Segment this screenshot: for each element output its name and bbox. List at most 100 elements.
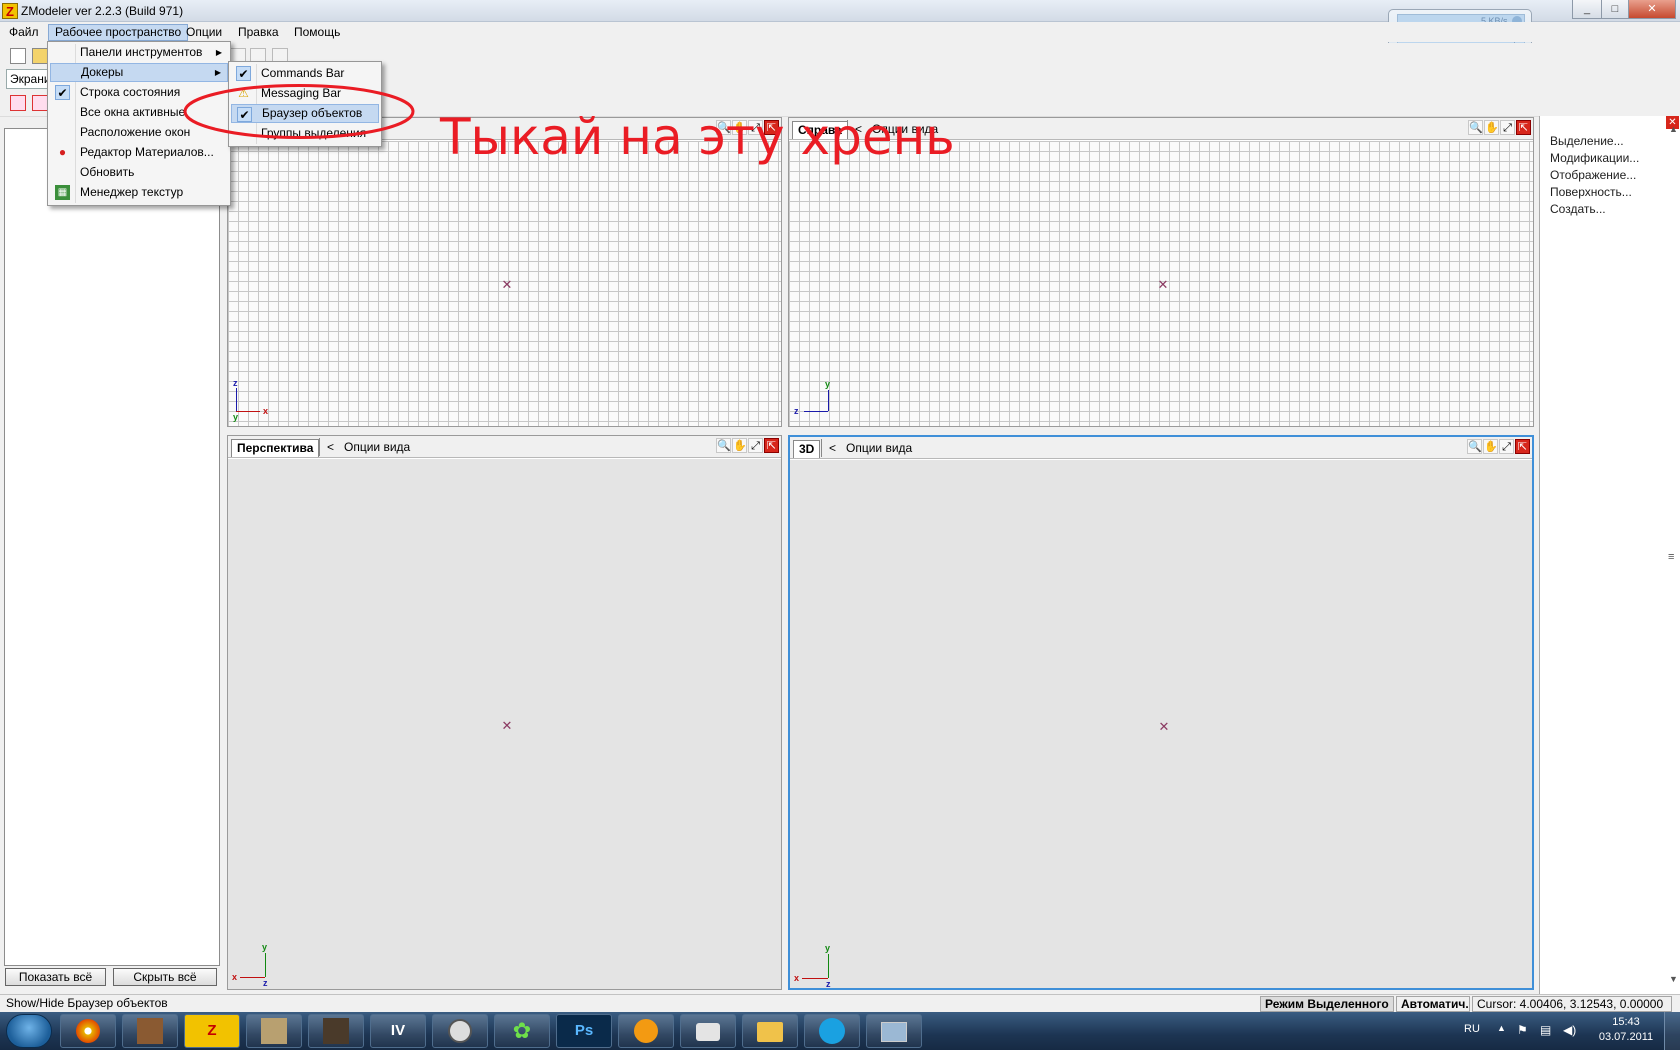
axis-label-x: x (263, 406, 269, 416)
taskbar-gta-iv-character-icon[interactable] (308, 1014, 364, 1048)
view-options-menu[interactable]: < Опции вида (327, 439, 410, 455)
axis-label-z: z (826, 979, 831, 989)
taskbar-game-character-icon[interactable] (246, 1014, 302, 1048)
cursor-coordinates: Cursor: 4.00406, 3.12543, 0.00000 (1472, 996, 1672, 1012)
command-display[interactable]: Отображение... (1550, 168, 1636, 182)
maximize-viewport-icon[interactable]: ⇱ (1515, 439, 1530, 454)
zoom-extents-icon[interactable]: ⤢ (748, 438, 763, 453)
annotation-text: Тыкай на эту хрень (440, 108, 955, 166)
auto-status[interactable]: Автоматич. (1396, 996, 1470, 1012)
maximize-viewport-icon[interactable]: ⇱ (1516, 120, 1531, 135)
clock-time: 15:43 (1612, 1016, 1640, 1028)
pan-hand-icon[interactable]: ✋ (732, 438, 747, 453)
move-tool-icon[interactable] (32, 95, 48, 111)
taskbar-network-icon[interactable] (866, 1014, 922, 1048)
axis-label-z: z (794, 406, 799, 416)
viewport-header: 3D < Опции вида 🔍 ✋ ⤢ ⇱ (790, 437, 1532, 459)
taskbar-camera-icon[interactable] (680, 1014, 736, 1048)
hide-all-button[interactable]: Скрыть всё (113, 968, 217, 986)
menu-bar: Файл Рабочее пространство Опции Правка П… (0, 22, 1680, 42)
command-create[interactable]: Создать... (1550, 202, 1606, 216)
zoom-extents-icon[interactable]: ⤢ (1500, 120, 1515, 135)
submenu-arrow-icon: ▶ (215, 48, 222, 57)
show-desktop-button[interactable] (1664, 1012, 1680, 1050)
new-file-icon[interactable] (10, 48, 26, 64)
zoom-icon[interactable]: 🔍 (1468, 120, 1483, 135)
menu-help[interactable]: Помощь (288, 24, 346, 41)
viewport-tab-perspective[interactable]: Перспектива (231, 439, 320, 457)
viewport-3d[interactable]: 3D < Опции вида 🔍 ✋ ⤢ ⇱ ✕ y z x (788, 435, 1534, 990)
view-options-menu[interactable]: < Опции вида (829, 440, 912, 456)
minimize-button[interactable]: _ (1572, 0, 1602, 19)
axis-label-y: y (233, 412, 239, 422)
maximize-viewport-icon[interactable]: ⇱ (764, 438, 779, 453)
command-surface[interactable]: Поверхность... (1550, 185, 1632, 199)
material-ball-icon: ● (58, 145, 67, 159)
taskbar-explorer-icon[interactable] (742, 1014, 798, 1048)
tray-volume-icon[interactable]: ◀) (1563, 1023, 1576, 1037)
command-selection[interactable]: Выделение... (1550, 134, 1624, 148)
zoom-extents-icon[interactable]: ⤢ (1499, 439, 1514, 454)
scroll-up-icon[interactable]: ▲ (1669, 124, 1678, 134)
tray-flag-icon[interactable]: ⚑ (1517, 1023, 1528, 1037)
taskbar-gta-character-icon[interactable] (122, 1014, 178, 1048)
scroll-down-icon[interactable]: ▼ (1669, 974, 1678, 984)
maximize-button[interactable]: □ (1601, 0, 1629, 19)
select-tool-icon[interactable] (10, 95, 26, 111)
viewport-controls: 🔍 ✋ ⤢ ⇱ (715, 438, 779, 456)
selection-mode-status[interactable]: Режим Выделенного (1260, 996, 1394, 1012)
open-folder-icon[interactable] (32, 48, 48, 64)
checkmark-icon: ✔ (55, 85, 70, 100)
clock-date: 03.07.2011 (1598, 1031, 1654, 1043)
viewport-controls: 🔍 ✋ ⤢ ⇱ (1466, 439, 1530, 457)
pan-hand-icon[interactable]: ✋ (1483, 439, 1498, 454)
show-all-button[interactable]: Показать всё (5, 968, 106, 986)
menu-options[interactable]: Опции (180, 24, 228, 41)
viewport-header: Перспектива < Опции вида 🔍 ✋ ⤢ ⇱ (228, 436, 781, 458)
menu-file[interactable]: Файл (3, 24, 45, 41)
taskbar-browser-icon[interactable] (60, 1014, 116, 1048)
tray-network-icon[interactable]: ▤ (1540, 1023, 1551, 1037)
origin-marker-icon: ✕ (1158, 719, 1170, 734)
taskbar-skype-icon[interactable] (804, 1014, 860, 1048)
origin-marker-icon: ✕ (1157, 277, 1169, 292)
axis-horizontal (802, 978, 828, 979)
language-indicator[interactable]: RU (1464, 1023, 1480, 1035)
menu-item-dockers[interactable]: Докеры ▶ (50, 63, 228, 82)
menu-item-refresh[interactable]: Обновить (50, 163, 228, 182)
menu-item-toolbars[interactable]: Панели инструментов ▶ (50, 43, 228, 62)
axis-vertical (828, 954, 829, 978)
pan-hand-icon[interactable]: ✋ (1484, 120, 1499, 135)
viewport-perspective[interactable]: Перспектива < Опции вида 🔍 ✋ ⤢ ⇱ ✕ y z x (227, 435, 782, 990)
axis-vertical (265, 953, 266, 977)
viewport-tab-3d[interactable]: 3D (793, 440, 821, 458)
command-modify[interactable]: Модификации... (1550, 151, 1639, 165)
menu-edit[interactable]: Правка (232, 24, 285, 41)
submenu-arrow-icon: ▶ (214, 68, 221, 77)
menu-item-material-editor[interactable]: ● Редактор Материалов... (50, 143, 228, 162)
menu-item-commands-bar[interactable]: ✔ Commands Bar (231, 64, 379, 83)
taskbar-icq-icon[interactable]: ✿ (494, 1014, 550, 1048)
start-button[interactable] (6, 1014, 52, 1048)
zoom-icon[interactable]: 🔍 (1467, 439, 1482, 454)
taskbar-half-life-icon[interactable] (432, 1014, 488, 1048)
object-tree[interactable] (4, 128, 220, 966)
menu-item-texture-manager[interactable]: ▦ Менеджер текстур (50, 183, 228, 202)
close-button[interactable]: ✕ (1628, 0, 1676, 19)
show-hidden-icons-icon[interactable]: ▲ (1497, 1023, 1506, 1033)
axis-label-z: z (233, 378, 238, 388)
workspace-combo[interactable]: Экрани (6, 69, 50, 89)
taskbar-aimp-icon[interactable] (618, 1014, 674, 1048)
commands-panel: ✕ Выделение... Модификации... Отображени… (1539, 116, 1680, 994)
menu-workspace[interactable]: Рабочее пространство (48, 24, 189, 41)
clock[interactable]: 15:43 03.07.2011 (1596, 1015, 1656, 1045)
taskbar-zmodeler-icon[interactable]: Z (184, 1014, 240, 1048)
axis-horizontal (240, 977, 265, 978)
taskbar-photoshop-icon[interactable]: Ps (556, 1014, 612, 1048)
zoom-icon[interactable]: 🔍 (716, 438, 731, 453)
zmodeler-app-icon[interactable]: Z (2, 3, 18, 19)
status-bar: Show/Hide Браузер объектов Режим Выделен… (0, 994, 1680, 1012)
scroll-grip-icon[interactable]: ≡ (1668, 551, 1674, 563)
taskbar-gta-iv-icon[interactable]: IV (370, 1014, 426, 1048)
axis-label-y: y (825, 379, 831, 389)
